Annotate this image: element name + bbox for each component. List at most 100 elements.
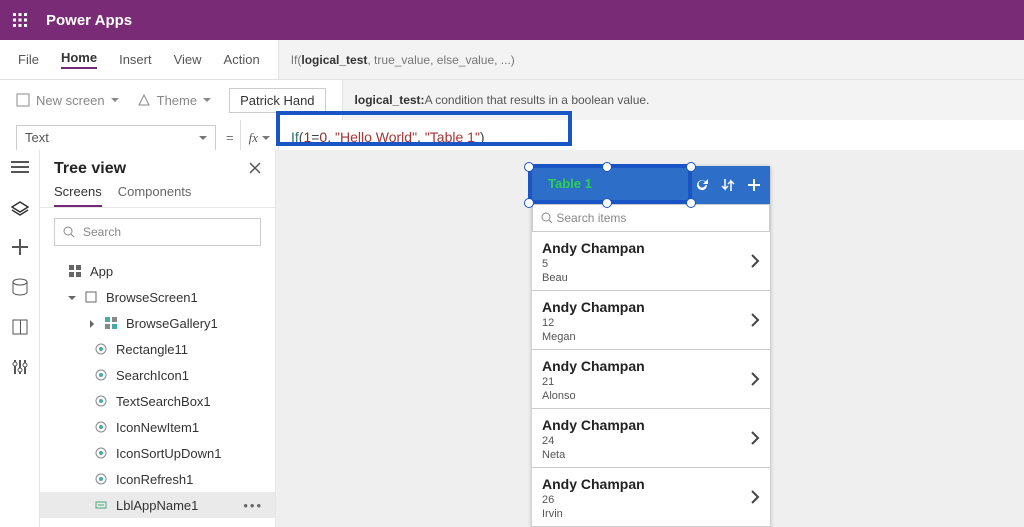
row-number: 21 — [542, 376, 750, 388]
tok-close: ) — [480, 129, 485, 145]
row-subtitle: Beau — [542, 272, 750, 284]
row-number: 5 — [542, 258, 750, 270]
tok-str2: "Table 1" — [425, 129, 480, 145]
chevron-right-icon[interactable] — [750, 253, 760, 272]
list-item[interactable]: Andy Champan 24 Neta — [532, 409, 770, 468]
param-description: logical_test: A condition that results i… — [342, 80, 1024, 120]
preview-search-placeholder: Search items — [556, 211, 626, 225]
tree-item-control[interactable]: IconSortUpDown1 — [40, 440, 275, 466]
refresh-icon[interactable] — [694, 177, 710, 193]
tree-item-label: BrowseGallery1 — [126, 316, 218, 331]
menu-action[interactable]: Action — [224, 52, 260, 67]
tree-item-control[interactable]: TextSearchBox1 — [40, 388, 275, 414]
left-rail — [0, 150, 40, 527]
selection-handle[interactable] — [602, 198, 612, 208]
menu-file[interactable]: File — [18, 52, 39, 67]
chevron-down-icon — [111, 96, 119, 104]
hamburger-icon[interactable] — [11, 158, 29, 176]
row-title: Andy Champan — [542, 358, 750, 374]
param-desc-rest: A condition that results in a boolean va… — [425, 93, 650, 107]
tree-panel: Tree view Screens Components Search App … — [40, 150, 276, 527]
property-name: Text — [25, 130, 49, 145]
new-screen-label: New screen — [36, 93, 105, 108]
control-icon — [94, 472, 108, 486]
selection-handle[interactable] — [524, 162, 534, 172]
list-item[interactable]: Andy Champan 12 Megan — [532, 291, 770, 350]
chevron-right-icon[interactable] — [750, 312, 760, 331]
hint-rest: , true_value, else_value, ...) — [367, 53, 514, 67]
tree-tab-screens[interactable]: Screens — [54, 184, 102, 207]
insert-icon[interactable] — [11, 238, 29, 256]
waffle-icon[interactable] — [0, 0, 40, 40]
search-icon — [63, 226, 75, 238]
tree-list: App BrowseScreen1 BrowseGallery1 Rectang… — [40, 256, 275, 520]
tree-view-icon[interactable] — [11, 198, 29, 216]
app-title: Power Apps — [46, 12, 132, 29]
tree-item-control[interactable]: IconRefresh1 — [40, 466, 275, 492]
row-title: Andy Champan — [542, 417, 750, 433]
tree-item-gallery[interactable]: BrowseGallery1 — [40, 310, 275, 336]
tree-item-control[interactable]: Rectangle11 — [40, 336, 275, 362]
new-screen-button[interactable]: New screen — [16, 93, 119, 108]
preview-search-input[interactable]: Search items — [532, 204, 770, 232]
control-icon — [94, 342, 108, 356]
fx-button[interactable]: fx — [241, 123, 279, 153]
hint-bold: logical_test — [301, 53, 367, 67]
label-icon — [94, 498, 108, 512]
app-icon — [68, 264, 82, 278]
tree-search-input[interactable]: Search — [54, 218, 261, 246]
menu-view[interactable]: View — [174, 52, 202, 67]
plus-icon[interactable] — [746, 177, 762, 193]
control-icon — [94, 394, 108, 408]
tree-item-label: SearchIcon1 — [116, 368, 189, 383]
chevron-down-icon — [199, 134, 207, 142]
tree-tab-components[interactable]: Components — [118, 184, 192, 207]
control-icon — [94, 368, 108, 382]
tree-item-label: LblAppName1 — [116, 498, 198, 513]
formula-input[interactable]: If(1=0, "Hello World", "Table 1") — [279, 129, 485, 146]
tree-item-label: IconSortUpDown1 — [116, 446, 222, 461]
more-icon[interactable]: ••• — [243, 498, 263, 513]
tree-item-screen[interactable]: BrowseScreen1 — [40, 284, 275, 310]
tree-item-control[interactable]: IconNewItem1 — [40, 414, 275, 440]
data-icon[interactable] — [11, 278, 29, 296]
chevron-right-icon[interactable] — [750, 430, 760, 449]
list-item[interactable]: Andy Champan 21 Alonso — [532, 350, 770, 409]
canvas[interactable]: Table 1 Search items Andy Champan 5 Beau… — [276, 150, 1024, 527]
lbl-app-name[interactable]: Table 1 — [548, 176, 592, 191]
selection-handle[interactable] — [686, 198, 696, 208]
close-icon[interactable] — [249, 162, 261, 177]
chevron-right-icon[interactable] — [750, 371, 760, 390]
menu-insert[interactable]: Insert — [119, 52, 152, 67]
selection-handle[interactable] — [524, 198, 534, 208]
tree-item-control[interactable]: SearchIcon1 — [40, 362, 275, 388]
chevron-down-icon[interactable] — [68, 290, 76, 305]
ribbon: New screen Theme Patrick Hand logical_te… — [0, 80, 1024, 120]
chevron-right-icon[interactable] — [88, 316, 96, 331]
theme-button[interactable]: Theme — [137, 93, 211, 108]
settings-icon[interactable] — [11, 358, 29, 376]
search-icon — [541, 212, 553, 224]
menu-home[interactable]: Home — [61, 50, 97, 69]
selection-handle[interactable] — [686, 162, 696, 172]
hint-fn: If( — [291, 53, 302, 67]
media-icon[interactable] — [11, 318, 29, 336]
row-title: Andy Champan — [542, 240, 750, 256]
tree-item-label-selected[interactable]: LblAppName1 ••• — [40, 492, 275, 518]
tree-item-app[interactable]: App — [40, 258, 275, 284]
formula-hint: If(logical_test, true_value, else_value,… — [278, 40, 1024, 79]
screen-icon — [84, 290, 98, 304]
font-name: Patrick Hand — [240, 93, 314, 108]
tree-item-label: Rectangle11 — [116, 342, 188, 357]
theme-label: Theme — [157, 93, 197, 108]
tree-item-label: IconNewItem1 — [116, 420, 199, 435]
list-item[interactable]: Andy Champan 5 Beau — [532, 232, 770, 291]
property-selector[interactable]: Text — [16, 125, 216, 151]
list-item[interactable]: Andy Champan 26 Irvin — [532, 468, 770, 527]
row-number: 24 — [542, 435, 750, 447]
font-selector[interactable]: Patrick Hand — [229, 88, 325, 113]
sort-icon[interactable] — [720, 177, 736, 193]
chevron-right-icon[interactable] — [750, 489, 760, 508]
selection-handle[interactable] — [602, 162, 612, 172]
tree-title: Tree view — [54, 160, 126, 178]
